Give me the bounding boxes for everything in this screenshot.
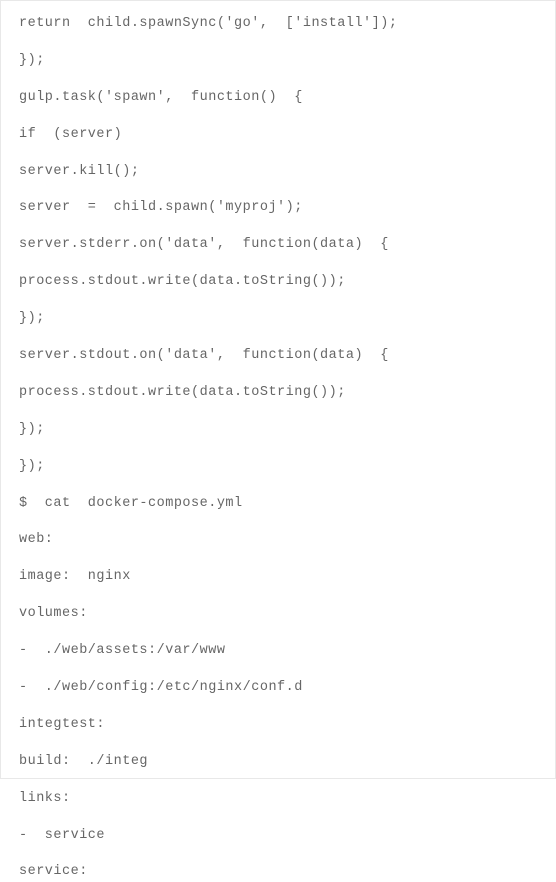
code-line: - service xyxy=(19,827,537,846)
code-block: return child.spawnSync('go', ['install']… xyxy=(19,15,537,882)
code-line: }); xyxy=(19,421,537,440)
code-line: service: xyxy=(19,863,537,882)
code-line: }); xyxy=(19,310,537,329)
code-line: integtest: xyxy=(19,716,537,735)
code-line: $ cat docker-compose.yml xyxy=(19,495,537,514)
code-line: volumes: xyxy=(19,605,537,624)
code-line: }); xyxy=(19,52,537,71)
code-line: server = child.spawn('myproj'); xyxy=(19,199,537,218)
code-line: server.stdout.on('data', function(data) … xyxy=(19,347,537,366)
code-line: process.stdout.write(data.toString()); xyxy=(19,384,537,403)
code-line: - ./web/assets:/var/www xyxy=(19,642,537,661)
code-line: process.stdout.write(data.toString()); xyxy=(19,273,537,292)
code-line: return child.spawnSync('go', ['install']… xyxy=(19,15,537,34)
code-line: if (server) xyxy=(19,126,537,145)
code-line: - ./web/config:/etc/nginx/conf.d xyxy=(19,679,537,698)
code-line: gulp.task('spawn', function() { xyxy=(19,89,537,108)
code-line: build: ./integ xyxy=(19,753,537,772)
code-line: server.stderr.on('data', function(data) … xyxy=(19,236,537,255)
code-line: links: xyxy=(19,790,537,809)
code-line: server.kill(); xyxy=(19,163,537,182)
code-line: web: xyxy=(19,531,537,550)
code-line: }); xyxy=(19,458,537,477)
code-line: image: nginx xyxy=(19,568,537,587)
